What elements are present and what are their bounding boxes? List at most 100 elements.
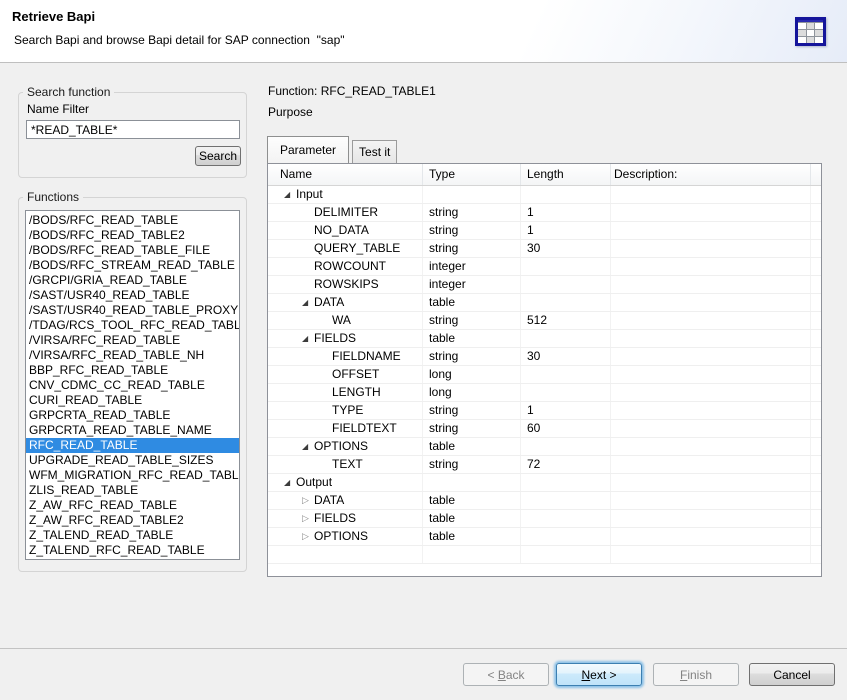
param-type-cell: long xyxy=(423,366,521,383)
param-type-cell: table xyxy=(423,294,521,311)
param-length-cell xyxy=(521,366,611,383)
param-row[interactable]: ▷ DATA table xyxy=(268,492,821,510)
param-row[interactable]: DELIMITER string 1 xyxy=(268,204,821,222)
function-list-item[interactable]: /VIRSA/RFC_READ_TABLE xyxy=(26,333,239,348)
param-description-cell xyxy=(611,240,811,257)
param-row[interactable]: TYPE string 1 xyxy=(268,402,821,420)
function-list-item[interactable]: /BODS/RFC_READ_TABLE xyxy=(26,213,239,228)
param-filler-cell xyxy=(811,366,821,383)
function-list-item[interactable]: GRPCRTA_READ_TABLE xyxy=(26,408,239,423)
function-list-item[interactable]: /BODS/RFC_STREAM_READ_TABLE xyxy=(26,258,239,273)
param-row[interactable]: ▷ OPTIONS table xyxy=(268,528,821,546)
expand-collapse-icon[interactable]: ◢ xyxy=(284,186,296,203)
param-description-cell xyxy=(611,528,811,545)
param-row[interactable]: QUERY_TABLE string 30 xyxy=(268,240,821,258)
param-row[interactable]: ◢ Output xyxy=(268,474,821,492)
expand-collapse-icon[interactable]: ▷ xyxy=(302,528,314,545)
finish-button[interactable]: Finish xyxy=(653,663,739,686)
param-name-cell: OFFSET xyxy=(268,366,423,383)
column-header-length[interactable]: Length xyxy=(521,164,611,185)
expand-collapse-icon[interactable]: ◢ xyxy=(302,330,314,347)
param-name-cell: LENGTH xyxy=(268,384,423,401)
function-list-item[interactable]: Z_AW_RFC_READ_TABLE xyxy=(26,498,239,513)
param-name-cell xyxy=(268,546,423,563)
function-list-item[interactable]: BBP_RFC_READ_TABLE xyxy=(26,363,239,378)
param-filler-cell xyxy=(811,474,821,491)
param-row[interactable] xyxy=(268,546,821,564)
function-list-item[interactable]: GRPCRTA_READ_TABLE_NAME xyxy=(26,423,239,438)
function-list-item[interactable]: Z_AW_RFC_READ_TABLE2 xyxy=(26,513,239,528)
param-type-cell xyxy=(423,186,521,203)
expand-collapse-icon[interactable]: ◢ xyxy=(284,474,296,491)
param-row[interactable]: FIELDNAME string 30 xyxy=(268,348,821,366)
search-button[interactable]: Search xyxy=(195,146,241,166)
param-row[interactable]: ◢ Input xyxy=(268,186,821,204)
expand-collapse-icon[interactable]: ▷ xyxy=(302,510,314,527)
expand-collapse-icon[interactable]: ▷ xyxy=(302,492,314,509)
param-row[interactable]: NO_DATA string 1 xyxy=(268,222,821,240)
column-header-type[interactable]: Type xyxy=(423,164,521,185)
param-row[interactable]: ◢ FIELDS table xyxy=(268,330,821,348)
param-length-cell xyxy=(521,330,611,347)
param-length-cell xyxy=(521,258,611,275)
param-row[interactable]: WA string 512 xyxy=(268,312,821,330)
function-list-item[interactable]: RFC_READ_TABLE xyxy=(26,438,239,453)
param-type-cell xyxy=(423,546,521,563)
functions-list[interactable]: /BODS/RFC_READ_TABLE/BODS/RFC_READ_TABLE… xyxy=(25,210,240,560)
function-list-item[interactable]: CNV_CDMC_CC_READ_TABLE xyxy=(26,378,239,393)
function-list-item[interactable]: WFM_MIGRATION_RFC_READ_TABLE xyxy=(26,468,239,483)
param-row[interactable]: ▷ FIELDS table xyxy=(268,510,821,528)
function-list-item[interactable]: /BODS/RFC_READ_TABLE_FILE xyxy=(26,243,239,258)
param-length-cell xyxy=(521,510,611,527)
function-list-item[interactable]: /SAST/USR40_READ_TABLE_PROXY xyxy=(26,303,239,318)
function-list-item[interactable]: UPGRADE_READ_TABLE_SIZES xyxy=(26,453,239,468)
param-filler-cell xyxy=(811,492,821,509)
wizard-button-bar: < Back Next > Finish Cancel xyxy=(0,648,847,700)
param-name: DELIMITER xyxy=(314,204,378,221)
function-list-item[interactable]: /TDAG/RCS_TOOL_RFC_READ_TABLE xyxy=(26,318,239,333)
function-list-item[interactable]: ZLIS_READ_TABLE xyxy=(26,483,239,498)
param-description-cell xyxy=(611,222,811,239)
function-list-item[interactable]: /VIRSA/RFC_READ_TABLE_NH xyxy=(26,348,239,363)
param-row[interactable]: ROWCOUNT integer xyxy=(268,258,821,276)
param-row[interactable]: ◢ DATA table xyxy=(268,294,821,312)
param-filler-cell xyxy=(811,204,821,221)
param-name: Output xyxy=(296,474,332,491)
param-name: FIELDS xyxy=(314,330,356,347)
param-row[interactable]: ◢ OPTIONS table xyxy=(268,438,821,456)
param-name-cell: NO_DATA xyxy=(268,222,423,239)
function-list-item[interactable]: CURI_READ_TABLE xyxy=(26,393,239,408)
param-length-cell: 512 xyxy=(521,312,611,329)
name-filter-input[interactable] xyxy=(26,120,240,139)
tab-test-it[interactable]: Test it xyxy=(352,140,397,163)
param-row[interactable]: TEXT string 72 xyxy=(268,456,821,474)
search-function-group: Search function Name Filter Search xyxy=(18,85,247,178)
param-name-cell: ◢ DATA xyxy=(268,294,423,311)
function-list-item[interactable]: /GRCPI/GRIA_READ_TABLE xyxy=(26,273,239,288)
expand-collapse-icon[interactable]: ◢ xyxy=(302,294,314,311)
param-description-cell xyxy=(611,546,811,563)
function-list-item[interactable]: /BODS/RFC_READ_TABLE2 xyxy=(26,228,239,243)
param-row[interactable]: ROWSKIPS integer xyxy=(268,276,821,294)
param-name: OFFSET xyxy=(332,366,379,383)
param-row[interactable]: FIELDTEXT string 60 xyxy=(268,420,821,438)
param-name: ROWCOUNT xyxy=(314,258,386,275)
param-row[interactable]: LENGTH long xyxy=(268,384,821,402)
cancel-button[interactable]: Cancel xyxy=(749,663,835,686)
param-name: TEXT xyxy=(332,456,363,473)
param-row[interactable]: OFFSET long xyxy=(268,366,821,384)
function-list-item[interactable]: Z_TALEND_READ_TABLE xyxy=(26,528,239,543)
param-name: FIELDS xyxy=(314,510,356,527)
param-name-cell: ◢ FIELDS xyxy=(268,330,423,347)
next-button[interactable]: Next > xyxy=(556,663,642,686)
column-header-description[interactable]: Description: xyxy=(611,164,811,185)
expand-collapse-icon[interactable]: ◢ xyxy=(302,438,314,455)
param-type-cell: table xyxy=(423,510,521,527)
param-description-cell xyxy=(611,258,811,275)
tab-parameter[interactable]: Parameter xyxy=(267,136,349,163)
function-list-item[interactable]: Z_TALEND_RFC_READ_TABLE xyxy=(26,543,239,558)
back-button[interactable]: < Back xyxy=(463,663,549,686)
function-list-item[interactable]: /SAST/USR40_READ_TABLE xyxy=(26,288,239,303)
column-header-name[interactable]: Name xyxy=(268,164,423,185)
param-name: WA xyxy=(332,312,351,329)
